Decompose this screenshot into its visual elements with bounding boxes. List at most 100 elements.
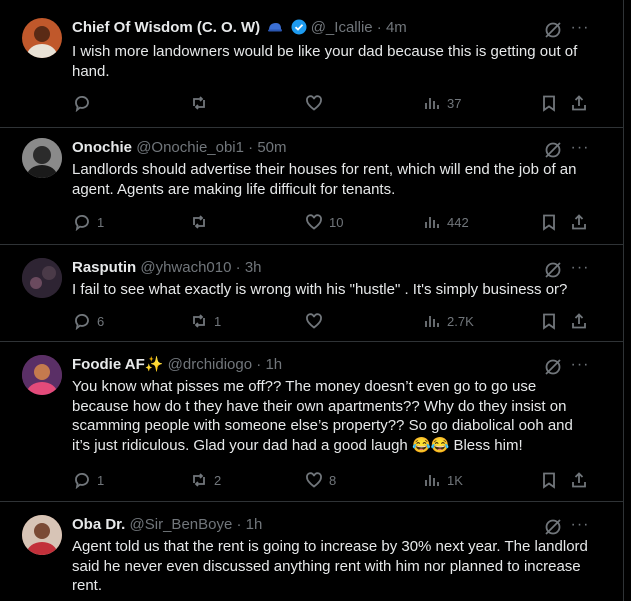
like-button[interactable] <box>305 311 329 331</box>
sparkles-emoji: ✨ <box>144 356 164 373</box>
timestamp[interactable]: 3h <box>245 259 262 276</box>
display-name[interactable]: Rasputin <box>72 259 136 276</box>
like-button[interactable]: 8 <box>305 470 336 490</box>
like-icon <box>306 95 322 111</box>
share-button[interactable] <box>570 93 588 113</box>
share-icon <box>572 313 586 329</box>
like-count: 8 <box>329 472 337 488</box>
like-count: 10 <box>329 214 344 230</box>
views-count: 1K <box>447 472 463 488</box>
views-count: 442 <box>447 214 469 230</box>
share-icon <box>572 95 586 111</box>
timestamp[interactable]: 1h <box>265 356 282 373</box>
post-text: I wish more landowners would be like you… <box>72 43 578 80</box>
grok-icon[interactable] <box>543 140 563 160</box>
more-icon[interactable]: ··· <box>570 515 590 535</box>
display-name[interactable]: Oba Dr. <box>72 516 125 533</box>
timestamp[interactable]: 1h <box>246 516 263 533</box>
more-icon[interactable]: ··· <box>570 138 590 158</box>
more-icon[interactable]: ··· <box>570 355 590 375</box>
handle[interactable]: @yhwach010 <box>140 259 231 276</box>
like-button[interactable]: 10 <box>305 212 343 232</box>
separator-dot: · <box>376 19 382 36</box>
reply-button[interactable]: 1 <box>73 212 104 232</box>
repost-icon <box>193 215 205 229</box>
separator-dot: · <box>235 259 241 276</box>
grok-icon[interactable] <box>543 357 563 377</box>
repost-icon <box>193 473 205 487</box>
reply-count: 1 <box>97 472 105 488</box>
repost-count: 2 <box>214 472 222 488</box>
views-button[interactable]: 37 <box>423 93 461 113</box>
bookmark-button[interactable] <box>540 311 558 331</box>
repost-icon <box>193 96 205 110</box>
views-icon <box>425 217 439 228</box>
reply-post-3[interactable]: Rasputin @yhwach010 · 3h ··· I fail to s… <box>0 244 623 342</box>
share-icon <box>572 214 586 230</box>
reply-icon <box>75 314 89 330</box>
avatar[interactable] <box>22 258 62 298</box>
avatar[interactable] <box>22 18 62 58</box>
grok-icon[interactable] <box>543 517 563 537</box>
bookmark-icon <box>543 472 555 489</box>
grok-icon[interactable] <box>543 20 563 40</box>
post-text: You know what pisses me off?? The money … <box>72 378 573 454</box>
avatar[interactable] <box>22 515 62 555</box>
reply-icon <box>75 473 89 489</box>
grok-icon[interactable] <box>543 260 563 280</box>
share-button[interactable] <box>570 311 588 331</box>
post-header: Onochie @Onochie_obi1 · 50m <box>72 138 287 158</box>
views-icon <box>425 316 439 327</box>
display-name[interactable]: Foodie AF <box>72 356 145 373</box>
post-header: Foodie AF✨ @drchidiogo · 1h <box>72 355 282 375</box>
reply-post-4[interactable]: Foodie AF✨ @drchidiogo · 1h ··· You know… <box>0 341 623 502</box>
more-icon[interactable]: ··· <box>570 258 590 278</box>
reply-button[interactable]: 6 <box>73 311 104 331</box>
repost-button[interactable] <box>190 212 214 232</box>
display-name[interactable]: Chief Of Wisdom (C. O. W) <box>72 19 260 36</box>
separator-dot: · <box>248 139 254 156</box>
views-count: 2.7K <box>447 313 474 329</box>
verified-badge-icon <box>291 19 307 35</box>
timestamp[interactable]: 50m <box>257 139 286 156</box>
repost-count: 1 <box>214 313 222 329</box>
views-button[interactable]: 2.7K <box>423 311 474 331</box>
like-icon <box>306 313 322 329</box>
bookmark-button[interactable] <box>540 470 558 490</box>
reply-button[interactable] <box>73 93 97 113</box>
repost-button[interactable]: 2 <box>190 470 221 490</box>
reply-count: 6 <box>97 313 105 329</box>
reply-count: 1 <box>97 214 105 230</box>
display-name[interactable]: Onochie <box>72 139 132 156</box>
avatar[interactable] <box>22 355 62 395</box>
reply-icon <box>75 215 89 231</box>
avatar[interactable] <box>22 138 62 178</box>
views-button[interactable]: 1K <box>423 470 463 490</box>
handle[interactable]: @drchidiogo <box>168 356 252 373</box>
reply-post-5[interactable]: Oba Dr. @Sir_BenBoye · 1h ··· Agent told… <box>0 501 623 601</box>
post-text: Landlords should advertise their houses … <box>72 161 577 198</box>
handle[interactable]: @_Icallie <box>311 19 373 36</box>
share-button[interactable] <box>570 470 588 490</box>
separator-dot: · <box>236 516 242 533</box>
reply-button[interactable]: 1 <box>73 470 104 490</box>
reply-post-2[interactable]: Onochie @Onochie_obi1 · 50m ··· Landlord… <box>0 127 623 245</box>
handle[interactable]: @Onochie_obi1 <box>136 139 244 156</box>
post-header: Oba Dr. @Sir_BenBoye · 1h <box>72 515 262 535</box>
views-icon <box>425 98 439 109</box>
reply-icon <box>75 96 89 112</box>
cap-emoji-icon <box>267 19 283 35</box>
bookmark-button[interactable] <box>540 212 558 232</box>
repost-button[interactable]: 1 <box>190 311 221 331</box>
bookmark-button[interactable] <box>540 93 558 113</box>
handle[interactable]: @Sir_BenBoye <box>130 516 233 533</box>
post-text: I fail to see what exactly is wrong with… <box>72 281 568 298</box>
like-button[interactable] <box>305 93 329 113</box>
reply-post-1[interactable]: Chief Of Wisdom (C. O. W) @_Icallie · 4m… <box>0 0 623 128</box>
repost-button[interactable] <box>190 93 214 113</box>
share-button[interactable] <box>570 212 588 232</box>
timestamp[interactable]: 4m <box>386 19 407 36</box>
more-icon[interactable]: ··· <box>570 18 590 38</box>
views-button[interactable]: 442 <box>423 212 469 232</box>
post-header: Rasputin @yhwach010 · 3h <box>72 258 262 278</box>
